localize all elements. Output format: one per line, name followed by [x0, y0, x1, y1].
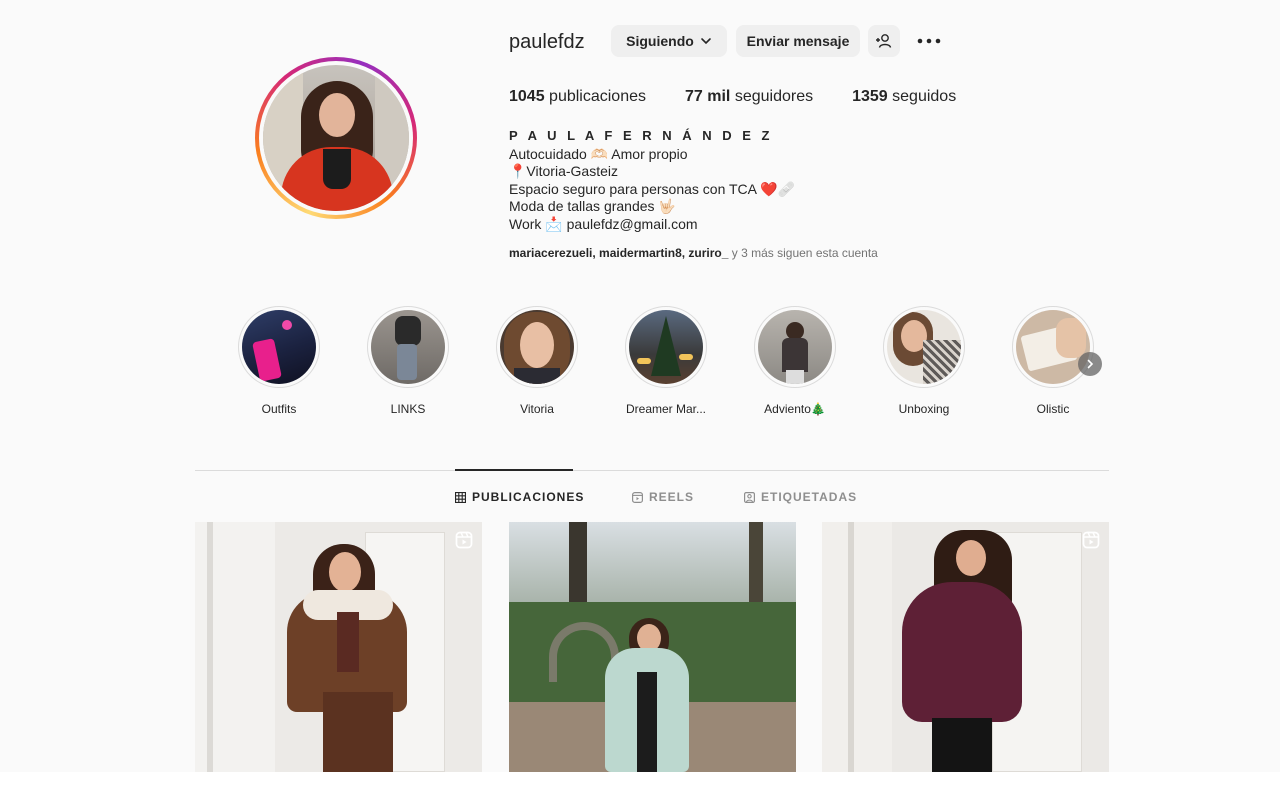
tagged-icon [744, 491, 755, 503]
tab-reels[interactable]: REELS [632, 490, 694, 504]
tab-posts-label: PUBLICACIONES [472, 490, 585, 504]
highlight-label: Dreamer Mar... [625, 402, 706, 416]
avatar-inner-border [259, 61, 413, 215]
reel-badge-icon [455, 531, 473, 549]
profile-avatar[interactable] [255, 57, 417, 219]
highlight-cover [371, 310, 445, 384]
profile-bio: P A U L A F E R N Á N D E Z Autocuidado … [509, 127, 795, 234]
highlight-ring [367, 306, 449, 388]
highlight-cover [887, 310, 961, 384]
reels-icon [632, 491, 643, 503]
active-tab-indicator [455, 469, 573, 471]
highlight-label: Vitoria [520, 402, 554, 416]
highlight-item[interactable]: Unboxing [874, 306, 974, 416]
profile-username: paulefdz [509, 31, 585, 53]
highlight-ring [1012, 306, 1094, 388]
following-button[interactable]: Siguiendo [611, 25, 727, 57]
followers-stat[interactable]: 77 mil seguidores [685, 87, 813, 107]
page-bottom-area [0, 772, 1280, 807]
followers-count: 77 mil [685, 88, 731, 105]
more-options-icon [917, 38, 941, 44]
highlight-item[interactable]: Outfits [229, 306, 329, 416]
send-message-label: Enviar mensaje [746, 33, 850, 49]
tab-posts[interactable]: PUBLICACIONES [455, 490, 584, 504]
followed-by[interactable]: mariacerezueli, maidermartin8, zuriro_ y… [509, 246, 878, 260]
highlight-ring [754, 306, 836, 388]
profile-full-name: P A U L A F E R N Á N D E Z [509, 128, 773, 143]
highlights-next-button[interactable] [1078, 352, 1102, 376]
post-thumbnail[interactable] [822, 522, 1109, 772]
highlight-ring [625, 306, 707, 388]
post-thumbnail[interactable] [509, 522, 796, 772]
chevron-right-icon [1087, 359, 1094, 369]
tabs-divider [195, 470, 1109, 471]
highlight-label: Unboxing [898, 402, 950, 416]
highlight-item[interactable]: Adviento🎄 [745, 306, 845, 416]
highlight-ring [883, 306, 965, 388]
profile-stats: 1045 publicaciones 77 mil seguidores 135… [509, 87, 995, 107]
posts-count: 1045 [509, 88, 545, 105]
tab-reels-label: REELS [649, 490, 695, 504]
bio-line: Autocuidado 🫶🏻 Amor propio [509, 145, 688, 162]
highlight-cover [500, 310, 574, 384]
bio-line: Work 📩 paulefdz@gmail.com [509, 215, 698, 232]
add-user-icon [876, 34, 892, 48]
reel-badge-icon [1082, 531, 1100, 549]
tab-tagged[interactable]: ETIQUETADAS [744, 490, 857, 504]
post-thumbnail[interactable] [195, 522, 482, 772]
following-button-label: Siguiendo [626, 33, 694, 49]
highlight-item[interactable]: LINKS [358, 306, 458, 416]
grid-icon [455, 491, 466, 503]
bio-line: Moda de tallas grandes 🤟🏻 [509, 198, 676, 215]
chevron-down-icon [701, 38, 711, 45]
tab-tagged-label: ETIQUETADAS [761, 490, 858, 504]
following-count: 1359 [852, 88, 888, 105]
posts-label: publicaciones [549, 88, 646, 105]
highlight-cover [1016, 310, 1090, 384]
highlight-item[interactable]: Vitoria [487, 306, 587, 416]
followed-by-suffix: y 3 más siguen esta cuenta [728, 246, 878, 260]
posts-count-stat: 1045 publicaciones [509, 87, 646, 107]
following-stat[interactable]: 1359 seguidos [852, 87, 956, 107]
bio-line: 📍Vitoria-Gasteiz [509, 163, 618, 180]
highlight-cover [629, 310, 703, 384]
followed-by-names: mariacerezueli, maidermartin8, zuriro_ [509, 246, 729, 260]
bio-line: Espacio seguro para personas con TCA ❤️🩹 [509, 180, 795, 197]
highlight-label: Olistic [1036, 402, 1070, 416]
story-highlights: Outfits LINKS Vitoria Dreamer Mar... Adv… [232, 306, 1112, 426]
avatar-photo [263, 65, 409, 211]
highlight-label: Outfits [261, 402, 297, 416]
highlight-ring [238, 306, 320, 388]
highlight-cover [242, 310, 316, 384]
highlight-label: LINKS [390, 402, 426, 416]
suggest-users-button[interactable] [868, 25, 900, 57]
send-message-button[interactable]: Enviar mensaje [736, 25, 860, 57]
highlight-cover [758, 310, 832, 384]
followers-label: seguidores [734, 88, 814, 105]
highlight-label: Adviento🎄 [764, 402, 826, 416]
highlight-ring [496, 306, 578, 388]
following-label: seguidos [892, 88, 957, 105]
more-options-button[interactable] [914, 31, 944, 51]
highlight-item[interactable]: Dreamer Mar... [616, 306, 716, 416]
